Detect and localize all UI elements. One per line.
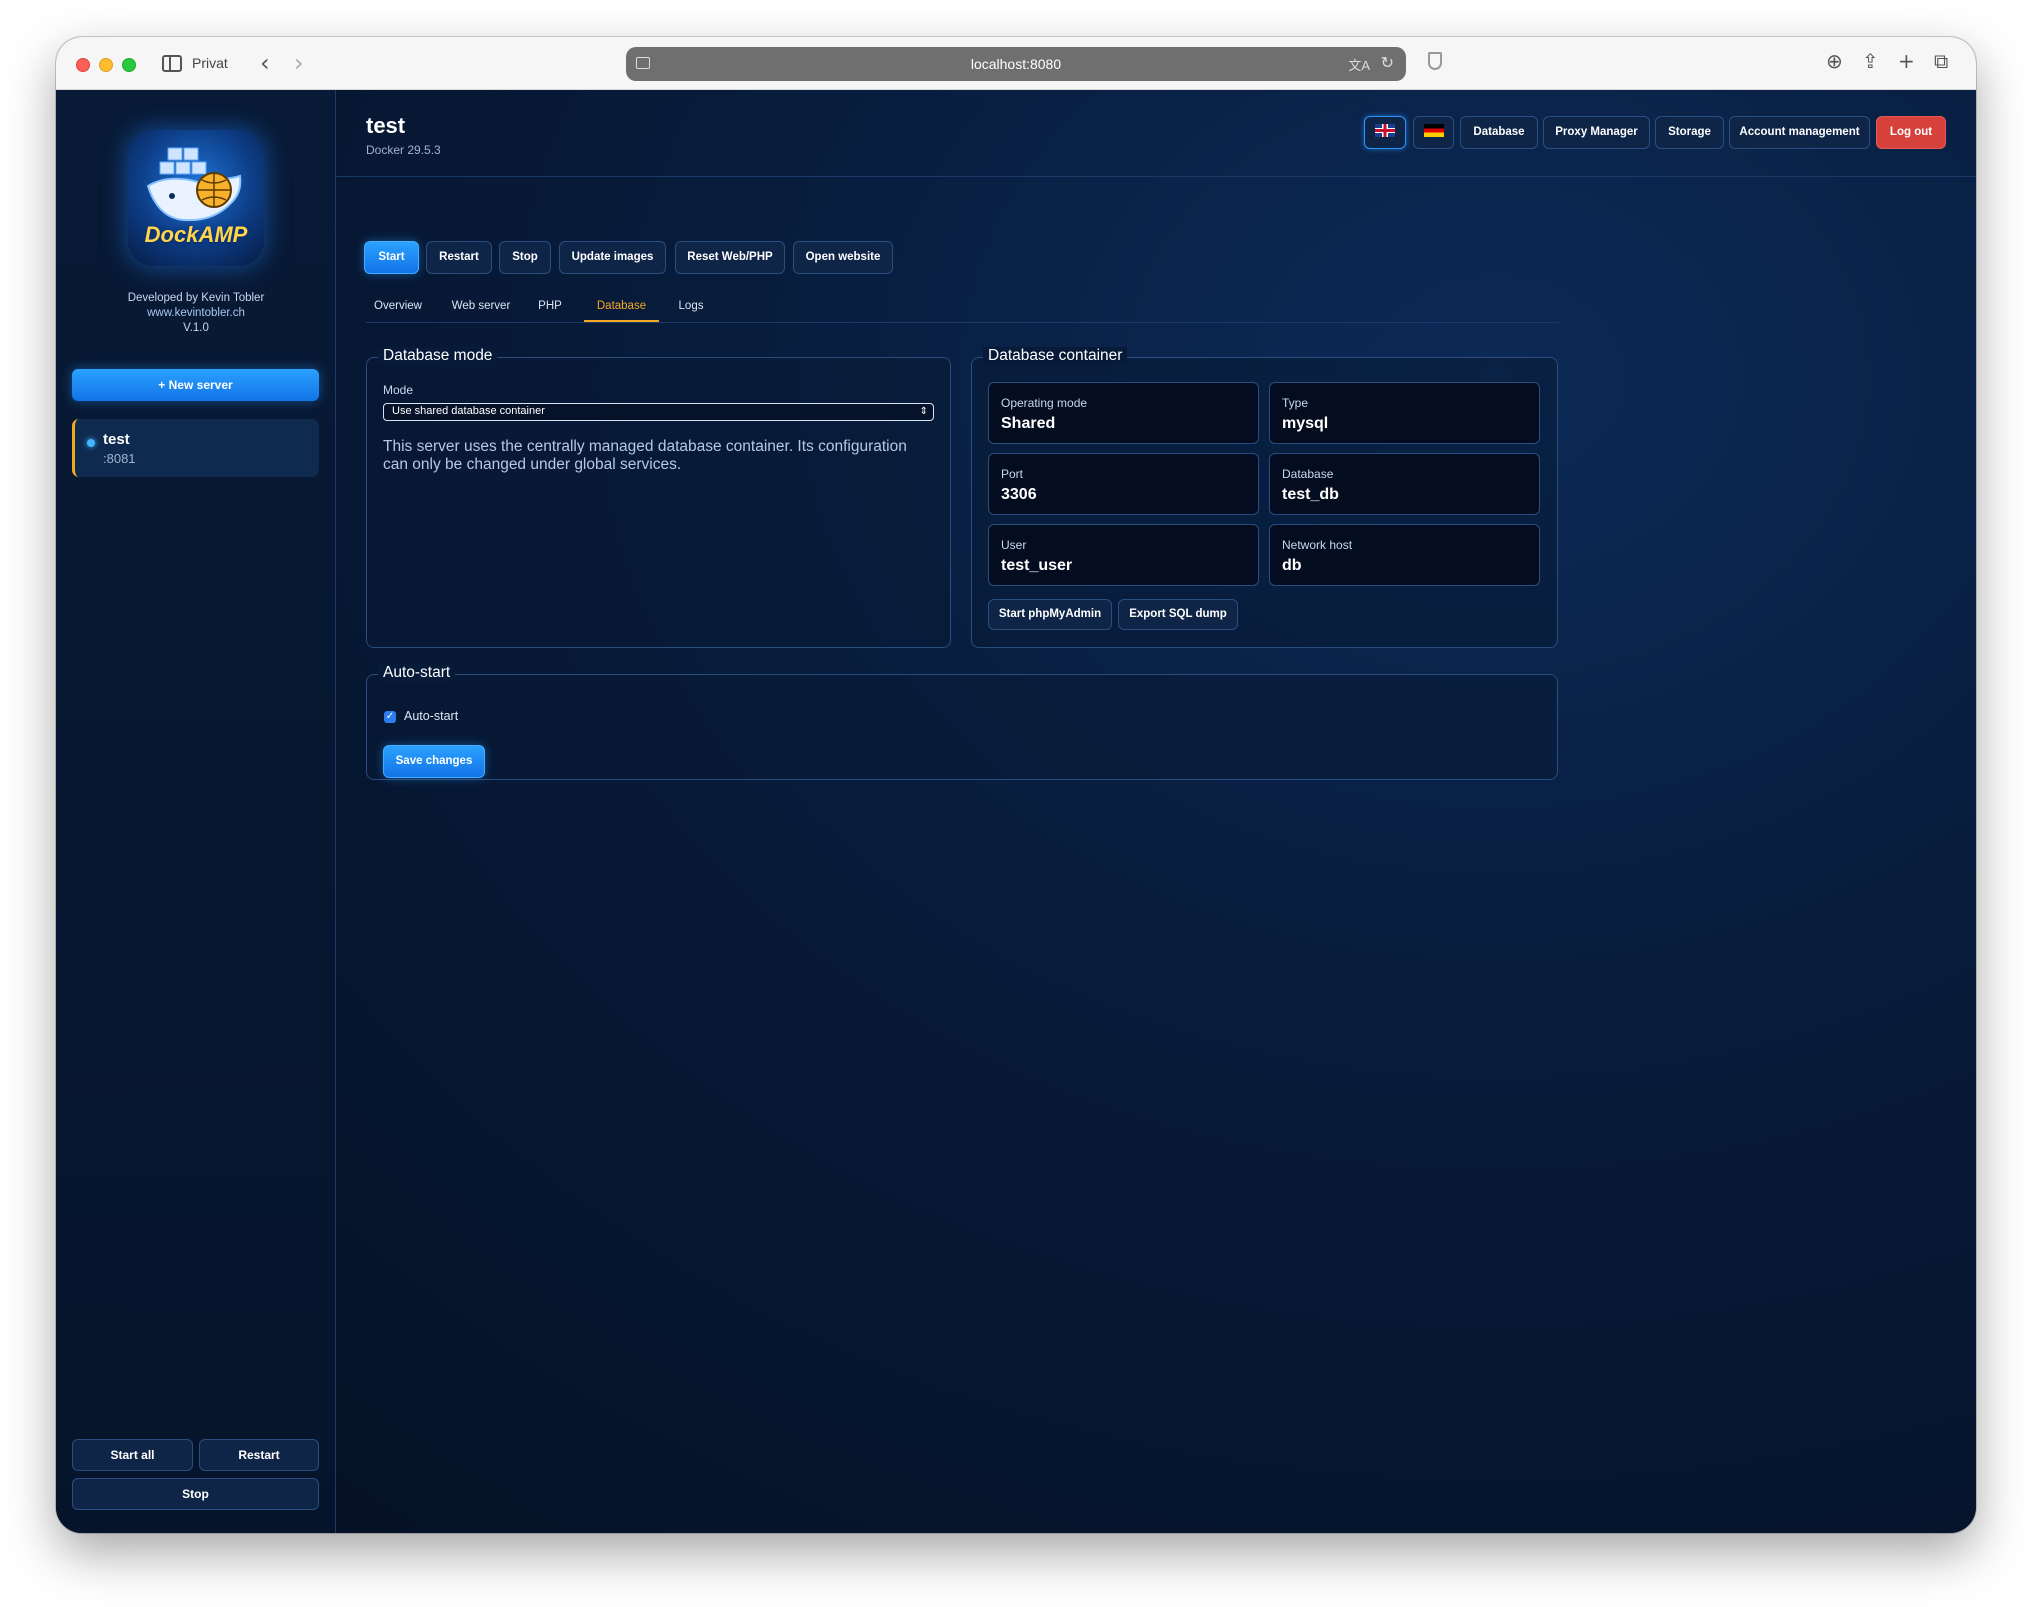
start-all-button[interactable]: Start all bbox=[72, 1439, 193, 1471]
app-content: DockAMP Developed by Kevin Tobler www.ke… bbox=[56, 90, 1976, 1533]
info-value: test_db bbox=[1282, 486, 1339, 503]
private-profile-label[interactable]: Privat bbox=[192, 55, 228, 71]
tab-overview-icon[interactable]: ⧉ bbox=[1934, 49, 1948, 73]
autostart-legend: Auto-start bbox=[378, 664, 456, 682]
info-label: Database bbox=[1282, 467, 1334, 481]
address-bar[interactable]: localhost:8080 文A ↻ bbox=[626, 47, 1406, 81]
tab-web-server[interactable]: Web server bbox=[441, 296, 521, 322]
tab-database[interactable]: Database bbox=[584, 296, 659, 322]
info-label: Type bbox=[1282, 396, 1309, 410]
info-card-database: Database test_db bbox=[1269, 453, 1540, 515]
update-images-button[interactable]: Update images bbox=[559, 241, 666, 274]
mode-description: This server uses the centrally managed d… bbox=[383, 438, 907, 473]
start-phpmyadmin-button[interactable]: Start phpMyAdmin bbox=[988, 599, 1112, 630]
developer-website-link[interactable]: www.kevintobler.ch bbox=[56, 306, 336, 321]
app-version: V.1.0 bbox=[183, 322, 209, 334]
server-port: :8081 bbox=[103, 451, 136, 466]
dockamp-logo: DockAMP bbox=[128, 130, 264, 266]
stop-button[interactable]: Stop bbox=[499, 241, 551, 274]
new-tab-icon[interactable]: + bbox=[1898, 49, 1915, 73]
info-card-user: User test_user bbox=[988, 524, 1259, 586]
info-card-operating-mode: Operating mode Shared bbox=[988, 382, 1259, 444]
account-management-button[interactable]: Account management bbox=[1729, 116, 1870, 149]
info-label: Port bbox=[1001, 467, 1024, 481]
storage-button[interactable]: Storage bbox=[1655, 116, 1724, 149]
database-nav-button[interactable]: Database bbox=[1460, 116, 1538, 149]
stop-all-button[interactable]: Stop bbox=[72, 1478, 319, 1510]
language-de-button[interactable] bbox=[1413, 116, 1454, 149]
info-value: test_user bbox=[1001, 557, 1073, 574]
forward-arrow-icon[interactable]: › bbox=[294, 49, 304, 77]
database-container-legend: Database container bbox=[983, 347, 1128, 365]
sidebar: DockAMP Developed by Kevin Tobler www.ke… bbox=[56, 90, 336, 1533]
url-text[interactable]: localhost:8080 bbox=[626, 56, 1406, 72]
server-status-dot bbox=[87, 439, 95, 447]
browser-window: Privat ‹ › localhost:8080 文A ↻ ⊕ ⇪ + ⧉ D… bbox=[56, 37, 1976, 1533]
browser-toolbar: Privat ‹ › localhost:8080 文A ↻ ⊕ ⇪ + ⧉ bbox=[56, 37, 1976, 90]
fullscreen-window-button[interactable] bbox=[122, 58, 136, 72]
mode-select[interactable]: Use shared database container ⇕ bbox=[383, 403, 934, 421]
select-chevron-icon: ⇕ bbox=[919, 406, 928, 417]
start-button[interactable]: Start bbox=[364, 241, 419, 274]
server-list-item[interactable]: test :8081 bbox=[72, 419, 319, 477]
uk-flag-icon bbox=[1375, 124, 1395, 138]
mode-select-value: Use shared database container bbox=[392, 405, 545, 417]
new-server-button[interactable]: + New server bbox=[72, 369, 319, 401]
info-value: db bbox=[1282, 557, 1302, 574]
close-window-button[interactable] bbox=[76, 58, 90, 72]
header-divider bbox=[336, 176, 1976, 177]
info-card-network-host: Network host db bbox=[1269, 524, 1540, 586]
docker-version: Docker 29.5.3 bbox=[366, 143, 441, 157]
developer-credit: Developed by Kevin Tobler bbox=[127, 292, 265, 304]
info-value: 3306 bbox=[1001, 486, 1037, 503]
info-label: Operating mode bbox=[1001, 396, 1088, 410]
logout-button[interactable]: Log out bbox=[1876, 116, 1946, 149]
translate-icon[interactable]: 文A bbox=[1348, 55, 1370, 74]
logo-text: DockAMP bbox=[144, 222, 248, 247]
tabs-divider bbox=[366, 322, 1559, 323]
info-label: User bbox=[1001, 538, 1027, 552]
proxy-manager-button[interactable]: Proxy Manager bbox=[1543, 116, 1650, 149]
restart-button[interactable]: Restart bbox=[426, 241, 492, 274]
share-icon[interactable]: ⇪ bbox=[1862, 49, 1879, 73]
privacy-shield-icon[interactable] bbox=[1428, 52, 1442, 70]
tab-php[interactable]: PHP bbox=[531, 296, 569, 322]
autostart-checkbox[interactable]: ✓ bbox=[384, 711, 396, 723]
tab-overview[interactable]: Overview bbox=[366, 296, 430, 322]
reset-web-php-button[interactable]: Reset Web/PHP bbox=[675, 241, 785, 274]
export-sql-dump-button[interactable]: Export SQL dump bbox=[1118, 599, 1238, 630]
minimize-window-button[interactable] bbox=[99, 58, 113, 72]
info-card-type: Type mysql bbox=[1269, 382, 1540, 444]
back-arrow-icon[interactable]: ‹ bbox=[260, 49, 270, 77]
info-value: Shared bbox=[1001, 415, 1056, 432]
tab-logs[interactable]: Logs bbox=[670, 296, 712, 322]
mode-label: Mode bbox=[383, 383, 414, 397]
restart-all-button[interactable]: Restart bbox=[199, 1439, 319, 1471]
language-en-button[interactable] bbox=[1364, 116, 1406, 149]
german-flag-icon bbox=[1423, 124, 1444, 138]
reload-icon[interactable]: ↻ bbox=[1381, 53, 1394, 72]
download-icon[interactable]: ⊕ bbox=[1826, 49, 1843, 73]
open-website-button[interactable]: Open website bbox=[793, 241, 893, 274]
database-mode-legend: Database mode bbox=[378, 347, 498, 365]
info-value: mysql bbox=[1282, 415, 1329, 432]
server-name: test bbox=[103, 431, 130, 448]
page-title: test bbox=[366, 113, 406, 138]
info-label: Network host bbox=[1282, 538, 1353, 552]
database-mode-panel bbox=[366, 357, 951, 648]
info-card-port: Port 3306 bbox=[988, 453, 1259, 515]
autostart-panel bbox=[366, 674, 1558, 780]
autostart-checkbox-label[interactable]: Auto-start bbox=[404, 709, 458, 723]
save-changes-button[interactable]: Save changes bbox=[383, 745, 485, 778]
sidebar-toggle-icon[interactable] bbox=[162, 55, 182, 72]
